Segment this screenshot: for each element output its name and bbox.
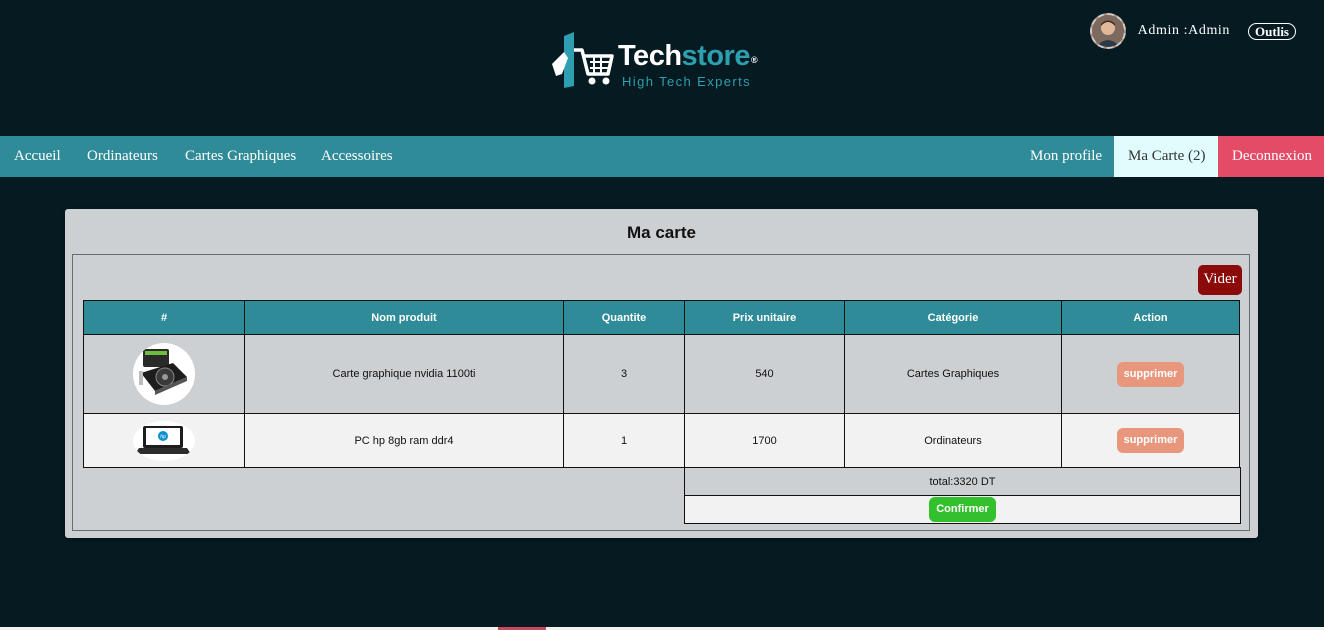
column-header: Action: [1061, 300, 1240, 335]
brand-name-part2: store: [681, 40, 751, 72]
column-header: #: [83, 300, 245, 335]
user-photo-icon: [1091, 15, 1124, 47]
product-quantity: 3: [563, 334, 685, 414]
user-area: Admin :Admin Outlis: [1089, 12, 1296, 50]
nav-graphics-cards[interactable]: Cartes Graphiques: [185, 136, 296, 177]
nav-logout[interactable]: Deconnexion: [1218, 136, 1324, 177]
product-image-cell: [83, 334, 245, 414]
registered-mark: ®: [750, 55, 758, 65]
graphics-card-thumbnail-icon: [133, 343, 195, 405]
nav-accessories[interactable]: Accessoires: [321, 136, 393, 177]
cart-hand-logo-icon: [552, 32, 614, 88]
column-header: Nom produit: [244, 300, 564, 335]
nav-home[interactable]: Accueil: [14, 136, 61, 177]
column-header: Catégorie: [844, 300, 1062, 335]
confirm-cell: Confirmer: [684, 495, 1241, 524]
cart-panel: Ma carte Vider # Nom produit Quantite Pr…: [65, 209, 1258, 538]
table-row: hp PC hp 8gb ram ddr4 1 1700 Ordinateurs…: [83, 413, 1240, 468]
user-name: Admin :Admin: [1137, 23, 1231, 38]
brand-name-part1: Tech: [618, 40, 682, 72]
svg-text:hp: hp: [160, 434, 166, 440]
cart-content: Vider # Nom produit Quantite Prix unitai…: [72, 254, 1250, 531]
product-quantity: 1: [563, 413, 685, 468]
product-unit-price: 1700: [684, 413, 845, 468]
techstore-logo[interactable]: Techstore® High Tech Experts: [550, 30, 780, 92]
confirm-button[interactable]: Confirmer: [929, 497, 996, 522]
laptop-thumbnail-icon: hp: [133, 420, 195, 461]
cart-table: # Nom produit Quantite Prix unitaire Cat…: [83, 300, 1240, 468]
column-header: Prix unitaire: [684, 300, 845, 335]
column-header: Quantite: [563, 300, 685, 335]
product-name: PC hp 8gb ram ddr4: [244, 413, 564, 468]
nav-profile[interactable]: Mon profile: [1030, 136, 1102, 177]
table-row: Carte graphique nvidia 1100ti 3 540 Cart…: [83, 334, 1240, 414]
cart-title: Ma carte: [627, 223, 696, 242]
brand-name: Techstore®: [618, 40, 758, 72]
nav-computers[interactable]: Ordinateurs: [87, 136, 158, 177]
main-navbar: Accueil Ordinateurs Cartes Graphiques Ac…: [0, 136, 1324, 177]
product-action-cell: supprimer: [1061, 413, 1240, 468]
cart-total: total:3320 DT: [684, 467, 1241, 496]
delete-button[interactable]: supprimer: [1116, 428, 1185, 453]
avatar[interactable]: [1089, 13, 1126, 49]
table-header-row: # Nom produit Quantite Prix unitaire Cat…: [83, 300, 1240, 335]
cart-summary: total:3320 DT Confirmer: [684, 467, 1241, 524]
product-name: Carte graphique nvidia 1100ti: [244, 334, 564, 414]
nav-cart[interactable]: Ma Carte (2): [1114, 136, 1220, 177]
product-category: Ordinateurs: [844, 413, 1062, 468]
tools-button[interactable]: Outlis: [1248, 22, 1296, 40]
product-action-cell: supprimer: [1061, 334, 1240, 414]
brand-tagline: High Tech Experts: [622, 74, 752, 89]
empty-cart-button[interactable]: Vider: [1198, 265, 1242, 295]
product-category: Cartes Graphiques: [844, 334, 1062, 414]
product-unit-price: 540: [684, 334, 845, 414]
product-image-cell: hp: [83, 413, 245, 468]
delete-button[interactable]: supprimer: [1116, 361, 1185, 387]
